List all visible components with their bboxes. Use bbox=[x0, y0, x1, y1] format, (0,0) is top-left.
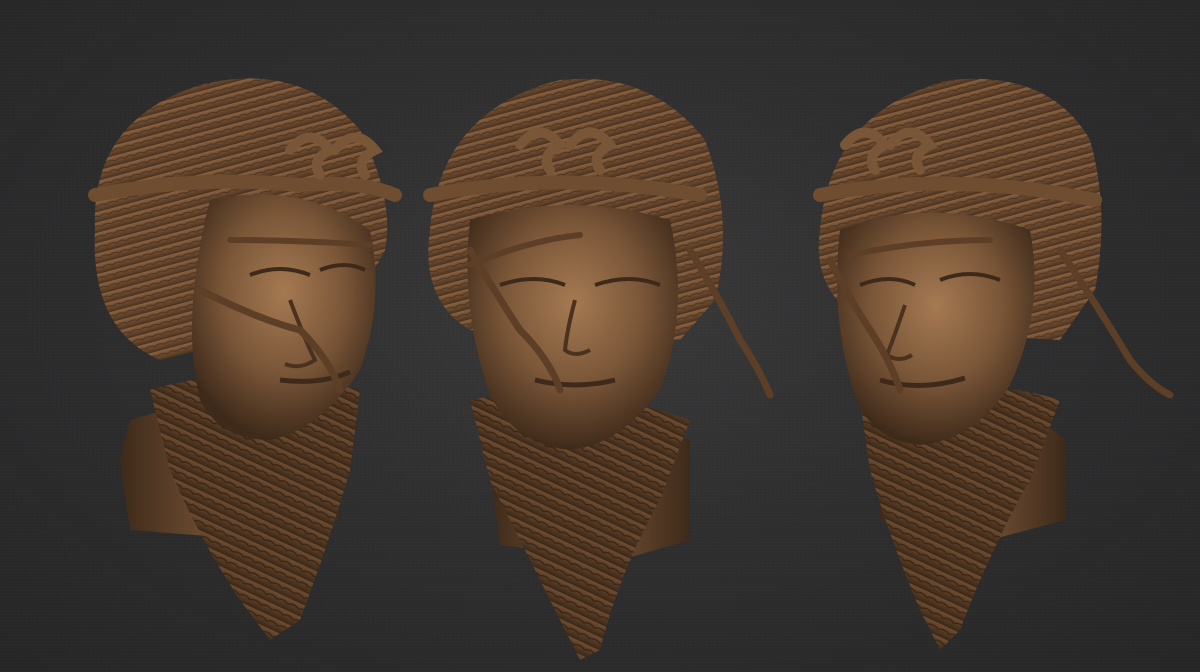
sculpt-scene bbox=[88, 78, 1174, 660]
sculpt-view-center bbox=[423, 78, 774, 660]
viewport bbox=[0, 0, 1200, 672]
sculpt-view-left bbox=[88, 78, 402, 640]
sculpt-view-right bbox=[813, 78, 1174, 650]
